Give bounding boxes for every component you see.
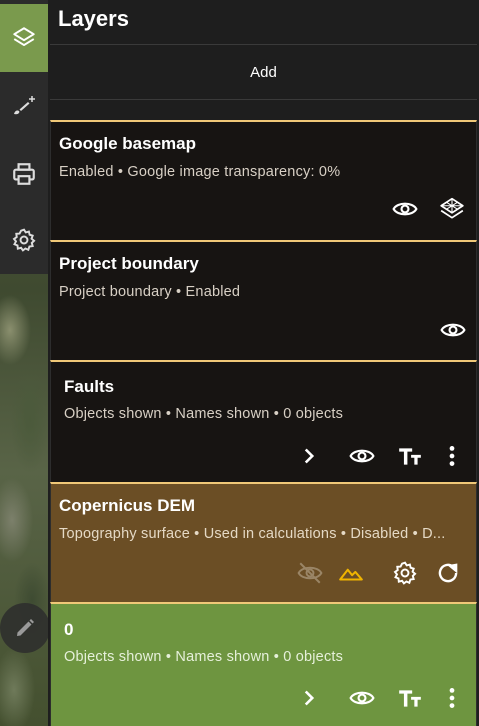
eye-icon xyxy=(349,449,375,463)
print-button[interactable] xyxy=(0,140,48,208)
layers-panel: Layers Add Google basemap Enabled • Goog… xyxy=(48,0,479,726)
add-layer-button[interactable]: Add xyxy=(50,44,477,100)
draw-add-icon xyxy=(14,96,35,115)
layer-card-copernicus-dem[interactable]: Copernicus DEM Topography surface • Used… xyxy=(50,482,477,602)
more-options-button[interactable] xyxy=(437,683,467,713)
left-toolbar xyxy=(0,0,48,274)
visibility-toggle[interactable] xyxy=(438,315,468,345)
visibility-toggle[interactable] xyxy=(390,194,420,224)
terrain-button[interactable] xyxy=(336,558,366,588)
add-layer-label: Add xyxy=(250,63,277,81)
pencil-icon xyxy=(17,619,34,636)
panel-title: Layers xyxy=(58,6,129,31)
gear-icon xyxy=(393,561,417,585)
layer-title: Copernicus DEM xyxy=(59,496,196,515)
layer-card-0[interactable]: 0 Objects shown • Names shown • 0 object… xyxy=(50,602,477,726)
print-icon xyxy=(13,163,35,185)
eye-icon xyxy=(349,691,375,705)
edit-fab-button[interactable] xyxy=(0,603,50,653)
more-options-button[interactable] xyxy=(437,441,467,471)
layer-settings-button[interactable] xyxy=(390,558,420,588)
basemap-style-button[interactable] xyxy=(437,194,467,224)
expand-button[interactable] xyxy=(294,441,324,471)
more-vertical-icon xyxy=(449,446,455,466)
layer-title: Google basemap xyxy=(59,134,196,153)
text-size-icon xyxy=(399,690,421,707)
eye-icon xyxy=(440,323,466,337)
layer-subtitle: Enabled • Google image transparency: 0% xyxy=(59,164,341,180)
refresh-button[interactable] xyxy=(433,558,463,588)
more-vertical-icon xyxy=(449,688,455,708)
layer-card-faults[interactable]: Faults Objects shown • Names shown • 0 o… xyxy=(50,360,477,482)
layer-subtitle: Project boundary • Enabled xyxy=(59,284,241,300)
names-toggle[interactable] xyxy=(395,683,425,713)
layers-icon xyxy=(13,27,35,47)
layer-subtitle: Topography surface • Used in calculation… xyxy=(59,526,446,542)
layer-card-google-basemap[interactable]: Google basemap Enabled • Google image tr… xyxy=(50,120,477,240)
visibility-toggle[interactable] xyxy=(347,683,377,713)
mountain-icon xyxy=(339,568,363,581)
visibility-toggle[interactable] xyxy=(295,558,325,588)
refresh-icon xyxy=(438,563,458,583)
layer-title: 0 xyxy=(64,620,74,639)
expand-button[interactable] xyxy=(294,683,324,713)
visibility-toggle[interactable] xyxy=(347,441,377,471)
panel-header: Layers xyxy=(48,0,479,44)
layer-subtitle: Objects shown • Names shown • 0 objects xyxy=(64,649,344,665)
layer-title: Faults xyxy=(64,377,115,396)
eye-icon xyxy=(392,202,418,216)
names-toggle[interactable] xyxy=(395,441,425,471)
layer-title: Project boundary xyxy=(59,254,199,273)
gear-icon xyxy=(12,228,36,252)
chevron-right-icon xyxy=(304,448,315,464)
settings-button[interactable] xyxy=(0,206,48,274)
eye-off-icon xyxy=(297,562,323,584)
layers-button[interactable] xyxy=(0,4,48,72)
chevron-right-icon xyxy=(304,690,315,706)
draw-button[interactable] xyxy=(0,72,48,140)
layer-card-project-boundary[interactable]: Project boundary Project boundary • Enab… xyxy=(50,240,477,360)
layer-subtitle: Objects shown • Names shown • 0 objects xyxy=(64,406,344,422)
layers-grid-icon xyxy=(440,197,464,219)
text-size-icon xyxy=(399,448,421,465)
